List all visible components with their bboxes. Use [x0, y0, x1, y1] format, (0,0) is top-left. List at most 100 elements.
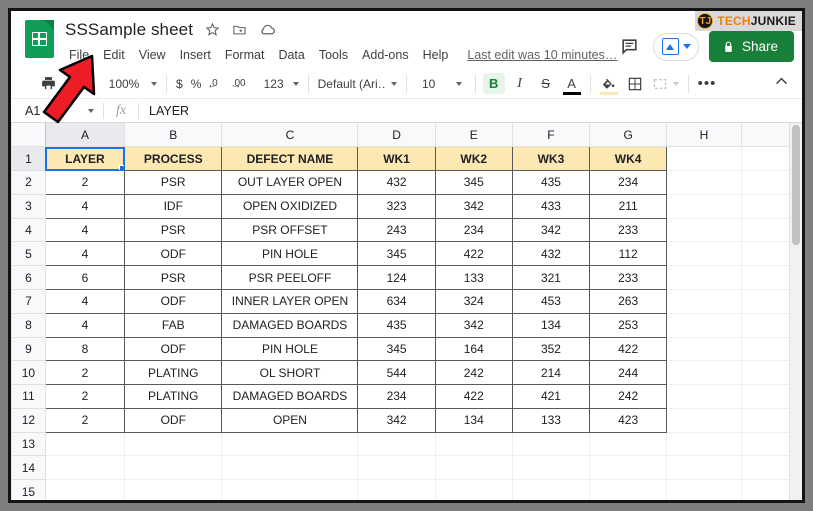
fill-color-icon[interactable] [596, 72, 622, 96]
cell-e6[interactable]: 133 [434, 265, 513, 290]
cell-b10[interactable]: PLATING [124, 360, 223, 386]
column-header-c[interactable]: C [221, 123, 359, 148]
cell-d8[interactable]: 435 [357, 312, 436, 338]
menu-item-insert[interactable]: Insert [173, 46, 218, 64]
cell-e9[interactable]: 164 [434, 336, 513, 362]
page-title[interactable]: SSSample sheet [65, 20, 193, 40]
cell-f7[interactable]: 453 [511, 288, 591, 314]
cell-f12[interactable]: 133 [511, 407, 591, 433]
cell-b15[interactable] [124, 479, 223, 500]
increase-decimal-button[interactable]: .00 → [228, 78, 256, 90]
cell-b7[interactable]: ODF [124, 288, 223, 314]
cell-f15[interactable] [512, 479, 591, 500]
cell-c11[interactable]: DAMAGED BOARDS [221, 384, 359, 409]
row-header-11[interactable]: 11 [11, 384, 46, 409]
column-header-f[interactable]: F [511, 123, 591, 148]
cell-a1[interactable]: LAYER [44, 146, 126, 172]
decrease-decimal-button[interactable]: .0 ← [205, 78, 227, 90]
cell-g14[interactable] [589, 455, 668, 481]
cell-f10[interactable]: 214 [511, 360, 591, 386]
cell-f5[interactable]: 432 [511, 241, 591, 267]
cell-h3[interactable] [666, 193, 742, 219]
cell-c3[interactable]: OPEN OXIDIZED [221, 193, 359, 219]
cell-f9[interactable]: 352 [511, 336, 591, 362]
cell-e1[interactable]: WK2 [434, 146, 513, 172]
percent-format-button[interactable]: % [187, 77, 206, 91]
cell-b13[interactable] [124, 431, 223, 457]
cell-c4[interactable]: PSR OFFSET [221, 217, 359, 243]
scrollbar-thumb[interactable] [792, 125, 800, 245]
cell-e8[interactable]: 342 [434, 312, 513, 338]
select-all-corner[interactable] [11, 123, 46, 148]
merge-cells-icon[interactable] [648, 76, 683, 92]
cell-f8[interactable]: 134 [511, 312, 591, 338]
cell-c2[interactable]: OUT LAYER OPEN [221, 170, 359, 195]
row-header-4[interactable]: 4 [11, 217, 46, 243]
cell-f13[interactable] [512, 431, 591, 457]
cell-e2[interactable]: 345 [434, 170, 513, 195]
menu-item-format[interactable]: Format [218, 46, 272, 64]
cell-h1[interactable] [666, 146, 742, 172]
cell-c6[interactable]: PSR PEELOFF [221, 265, 359, 290]
cell-b6[interactable]: PSR [124, 265, 223, 290]
currency-format-button[interactable]: $ [172, 77, 187, 91]
last-edit-link[interactable]: Last edit was 10 minutes… [467, 48, 617, 62]
cell-c8[interactable]: DAMAGED BOARDS [221, 312, 359, 338]
zoom-control[interactable]: 100% [98, 77, 161, 91]
star-icon[interactable] [205, 22, 220, 37]
cell-g8[interactable]: 253 [589, 312, 668, 338]
present-upload-icon[interactable] [661, 38, 679, 55]
cell-d5[interactable]: 345 [357, 241, 436, 267]
cell-d7[interactable]: 634 [357, 288, 436, 314]
row-header-9[interactable]: 9 [11, 336, 46, 362]
cell-h8[interactable] [666, 312, 742, 338]
column-header-a[interactable]: A [44, 123, 126, 148]
row-header-14[interactable]: 14 [11, 455, 46, 481]
present-split-button[interactable] [652, 32, 699, 61]
borders-icon[interactable] [622, 72, 648, 96]
cell-b2[interactable]: PSR [124, 170, 223, 195]
cell-a3[interactable]: 4 [44, 193, 126, 219]
cell-b9[interactable]: ODF [124, 336, 223, 362]
formula-input[interactable]: LAYER [139, 104, 189, 118]
cell-a10[interactable]: 2 [44, 360, 126, 386]
menu-item-file[interactable]: File [65, 46, 96, 64]
cell-g4[interactable]: 233 [589, 217, 668, 243]
cell-a5[interactable]: 4 [44, 241, 126, 267]
cell-a2[interactable]: 2 [44, 170, 126, 195]
cell-g6[interactable]: 233 [589, 265, 668, 290]
cell-b12[interactable]: ODF [124, 407, 223, 433]
print-icon[interactable] [35, 72, 61, 96]
cell-a11[interactable]: 2 [44, 384, 126, 409]
cell-h2[interactable] [666, 170, 742, 195]
row-header-6[interactable]: 6 [11, 265, 46, 290]
cell-a8[interactable]: 4 [44, 312, 126, 338]
cell-e10[interactable]: 242 [434, 360, 513, 386]
cell-d13[interactable] [357, 431, 436, 457]
cell-g15[interactable] [589, 479, 668, 500]
row-header-3[interactable]: 3 [11, 193, 46, 219]
cell-b14[interactable] [124, 455, 223, 481]
cell-g3[interactable]: 211 [589, 193, 668, 219]
cell-e13[interactable] [435, 431, 513, 457]
menu-item-data[interactable]: Data [271, 46, 311, 64]
row-header-5[interactable]: 5 [11, 241, 46, 267]
cell-c5[interactable]: PIN HOLE [221, 241, 359, 267]
cell-d12[interactable]: 342 [357, 407, 436, 433]
cell-e11[interactable]: 422 [434, 384, 513, 409]
cell-b5[interactable]: ODF [124, 241, 223, 267]
row-header-2[interactable]: 2 [11, 170, 46, 195]
cell-a7[interactable]: 4 [44, 288, 126, 314]
cell-g11[interactable]: 242 [589, 384, 668, 409]
menu-item-help[interactable]: Help [416, 46, 456, 64]
cell-b8[interactable]: FAB [124, 312, 223, 338]
share-button[interactable]: Share [708, 31, 794, 62]
cell-g12[interactable]: 423 [589, 407, 668, 433]
cell-f2[interactable]: 435 [511, 170, 591, 195]
cell-f1[interactable]: WK3 [511, 146, 591, 172]
cell-b11[interactable]: PLATING [124, 384, 223, 409]
cell-d4[interactable]: 243 [357, 217, 436, 243]
cell-h14[interactable] [666, 455, 742, 481]
cell-h4[interactable] [666, 217, 742, 243]
cell-e5[interactable]: 422 [434, 241, 513, 267]
